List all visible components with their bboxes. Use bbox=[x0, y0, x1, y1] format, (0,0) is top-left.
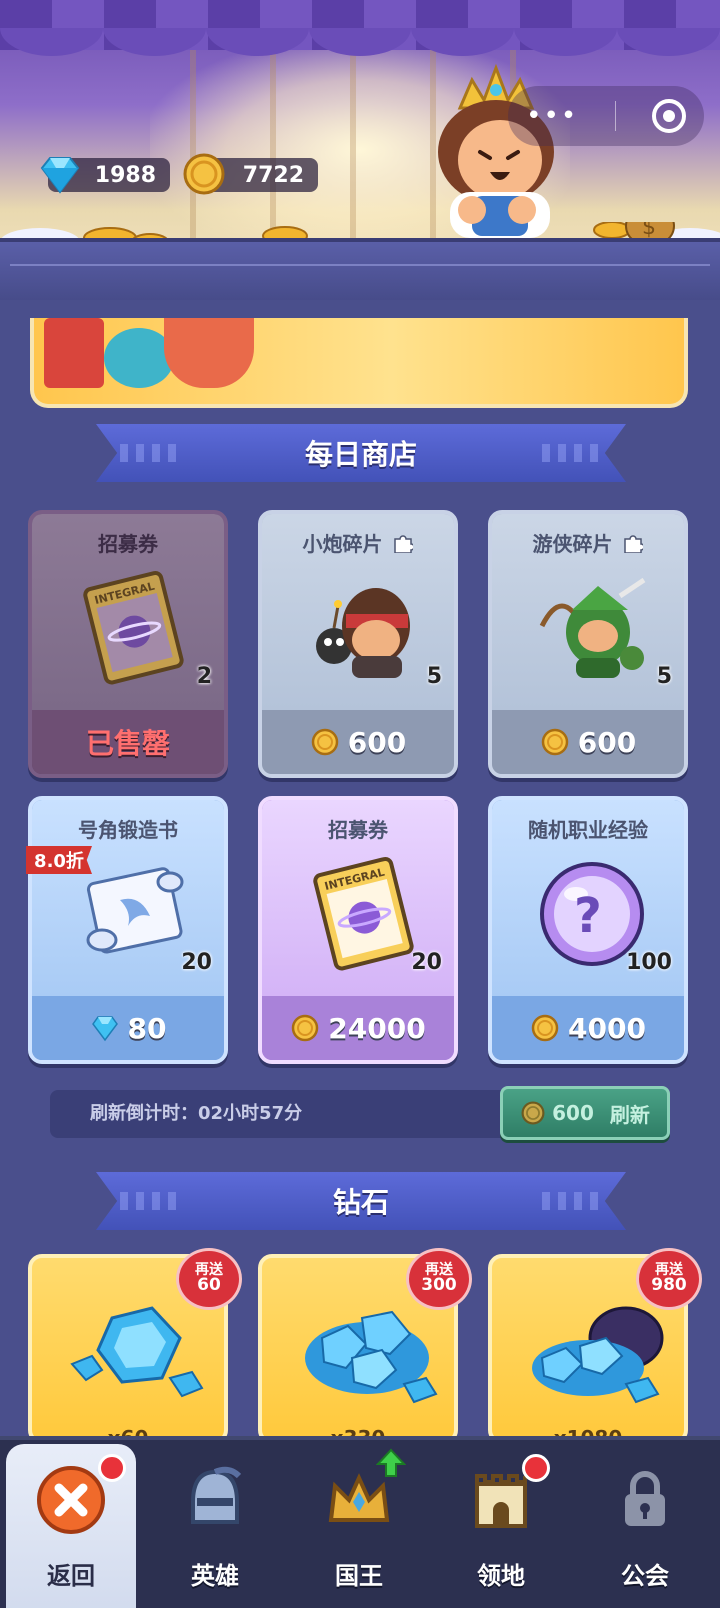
upgrade-arrow-icon bbox=[376, 1448, 406, 1477]
diamond-balance: 1988 bbox=[40, 157, 170, 194]
buy-button[interactable]: 600 bbox=[262, 710, 454, 774]
bonus-amount: 980 bbox=[651, 1275, 687, 1296]
sold-out-bar: 已售罄 bbox=[32, 710, 224, 774]
shop-item-recruit-ticket[interactable]: 招募券 INTEGRAL 20 24000 bbox=[258, 796, 458, 1064]
cannon-hero-icon bbox=[316, 588, 410, 678]
item-quantity: 20 bbox=[411, 950, 442, 975]
notification-dot bbox=[98, 1454, 126, 1482]
gold-coin-icon bbox=[541, 728, 569, 756]
nav-back[interactable]: 返回 bbox=[6, 1444, 136, 1608]
ribbon-chevrons-left bbox=[120, 1192, 180, 1210]
lock-icon bbox=[625, 1471, 665, 1526]
bottom-nav: 返回 英雄 国王 领地 公会 bbox=[0, 1436, 720, 1608]
close-target-icon[interactable] bbox=[651, 99, 686, 133]
shop-item-horn-forge-book[interactable]: 号角锻造书 20 80 bbox=[28, 796, 228, 1064]
item-name: 小炮碎片 bbox=[262, 528, 454, 557]
ranger-hero-icon bbox=[539, 577, 646, 678]
bonus-amount: 60 bbox=[197, 1275, 221, 1296]
daily-shop-header: 每日商店 bbox=[96, 424, 626, 482]
nav-label: 国王 bbox=[335, 1562, 383, 1590]
diamond-pile-icon bbox=[70, 1306, 204, 1398]
nav-label: 返回 bbox=[47, 1562, 95, 1590]
diamond-icon bbox=[91, 1016, 118, 1042]
header-band bbox=[0, 238, 720, 300]
item-quantity: 5 bbox=[426, 664, 442, 689]
ribbon-chevrons-right bbox=[542, 1192, 602, 1210]
gold-coin-icon bbox=[311, 728, 339, 756]
refresh-label: 刷新 bbox=[609, 1102, 650, 1127]
diamond-section-title: 钻石 bbox=[332, 1186, 389, 1219]
nav-label: 公会 bbox=[621, 1562, 669, 1590]
discount-badge: 8.0折 bbox=[26, 846, 92, 874]
ticket-icon: INTEGRAL bbox=[83, 570, 184, 685]
bonus-badge: 再送 980 bbox=[636, 1248, 702, 1310]
diamond-section-header: 钻石 bbox=[96, 1172, 626, 1230]
buy-button[interactable]: 4000 bbox=[492, 996, 684, 1060]
coin-balance: 7722 bbox=[183, 153, 318, 195]
castle-header: $ ••• 1988 7722 bbox=[0, 0, 720, 300]
bonus-amount: 300 bbox=[421, 1275, 457, 1296]
shop-item-ranger-shard[interactable]: 游侠碎片 5 600 bbox=[488, 510, 688, 778]
item-price: 4000 bbox=[568, 1011, 646, 1045]
item-name: 号角锻造书 bbox=[78, 818, 178, 842]
shop-item-recruit-ticket-sold[interactable]: 招募券 INTEGRAL 2 已售罄 bbox=[28, 510, 228, 778]
puzzle-piece-icon bbox=[394, 535, 414, 553]
item-name: 游侠碎片 bbox=[492, 528, 684, 557]
gold-coin-icon bbox=[521, 1101, 545, 1125]
header-trim bbox=[10, 264, 710, 266]
gold-coin-icon bbox=[183, 153, 225, 195]
svg-text:?: ? bbox=[574, 888, 602, 944]
buy-button[interactable]: 600 bbox=[492, 710, 684, 774]
daily-shop-title: 每日商店 bbox=[304, 438, 417, 471]
nav-guild[interactable]: 公会 bbox=[580, 1444, 710, 1608]
diamond-bag-icon bbox=[532, 1306, 664, 1404]
notification-dot bbox=[522, 1454, 550, 1482]
promo-banner[interactable] bbox=[30, 318, 688, 408]
bonus-badge: 再送 60 bbox=[176, 1248, 242, 1310]
ticket-icon: INTEGRAL bbox=[313, 856, 414, 971]
gift-box-icon bbox=[44, 318, 104, 388]
item-name: 招募券 bbox=[328, 818, 388, 842]
ribbon-chevrons-right bbox=[542, 444, 602, 462]
hero-art-icon bbox=[164, 318, 254, 388]
refresh-price: 600 bbox=[552, 1101, 594, 1125]
item-name: 招募券 bbox=[98, 532, 158, 556]
nav-label: 领地 bbox=[477, 1562, 525, 1590]
bonus-badge: 再送 300 bbox=[406, 1248, 472, 1310]
diamond-icon bbox=[40, 157, 80, 194]
item-quantity: 20 bbox=[181, 950, 212, 975]
nav-territory[interactable]: 领地 bbox=[436, 1444, 566, 1608]
item-quantity: 100 bbox=[626, 950, 672, 975]
curtain-scallops bbox=[0, 28, 720, 56]
item-price: 80 bbox=[127, 1011, 167, 1045]
ribbon-chevrons-left bbox=[120, 444, 180, 462]
sold-out-label: 已售罄 bbox=[85, 727, 170, 760]
puzzle-piece-icon bbox=[624, 535, 644, 553]
buy-button[interactable]: 80 bbox=[32, 996, 224, 1060]
knight-helmet-icon bbox=[191, 1466, 242, 1524]
item-quantity: 5 bbox=[656, 664, 672, 689]
mini-program-capsule: ••• bbox=[508, 86, 704, 146]
shop-item-cannon-shard[interactable]: 小炮碎片 5 600 bbox=[258, 510, 458, 778]
refresh-button[interactable]: 600 刷新 bbox=[500, 1086, 670, 1140]
item-name: 随机职业经验 bbox=[528, 818, 648, 842]
diamond-pile-icon bbox=[305, 1310, 438, 1404]
nav-label: 英雄 bbox=[191, 1562, 239, 1590]
capsule-divider bbox=[614, 101, 616, 131]
gold-coin-icon bbox=[292, 1014, 319, 1042]
item-price: 24000 bbox=[328, 1011, 426, 1045]
close-icon bbox=[37, 1466, 105, 1534]
shop-item-random-class-exp[interactable]: 随机职业经验 ? 100 4000 bbox=[488, 796, 688, 1064]
nav-king[interactable]: 国王 bbox=[294, 1444, 424, 1608]
gold-coin-icon bbox=[531, 1014, 559, 1042]
buy-button[interactable]: 24000 bbox=[262, 996, 454, 1060]
item-price: 600 bbox=[577, 725, 637, 759]
refresh-countdown: 刷新倒计时：02小时57分 bbox=[90, 1103, 303, 1124]
item-price: 600 bbox=[347, 725, 407, 759]
nav-heroes[interactable]: 英雄 bbox=[150, 1444, 280, 1608]
more-dots-icon[interactable]: ••• bbox=[526, 101, 578, 131]
item-quantity: 2 bbox=[196, 664, 212, 689]
